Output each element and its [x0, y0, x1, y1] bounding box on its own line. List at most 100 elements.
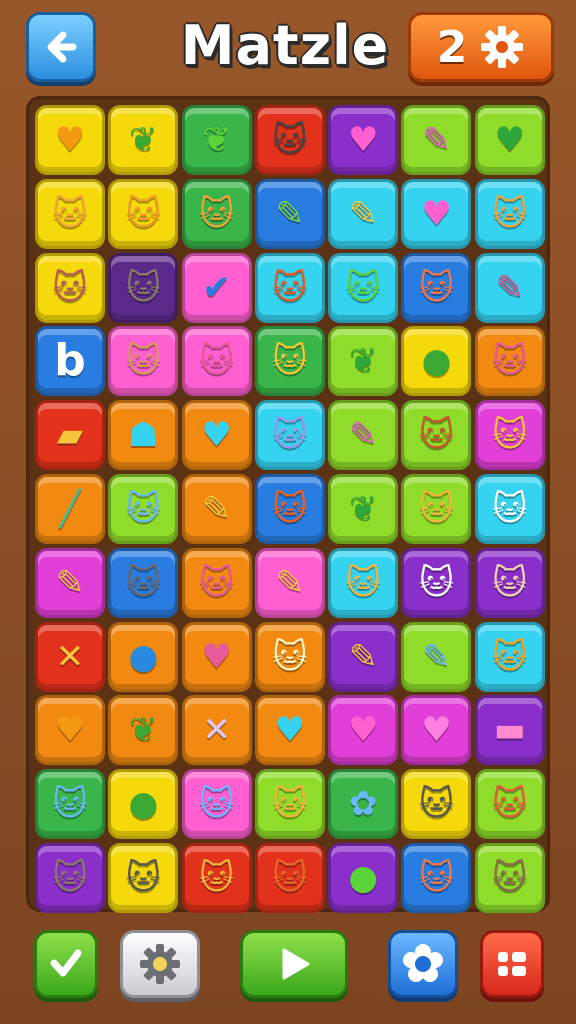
- tile-r5-c7[interactable]: 🐱: [474, 400, 545, 471]
- tile-r4-c3[interactable]: 🐱: [181, 326, 252, 397]
- tile-r7-c2[interactable]: 🐱: [108, 547, 179, 618]
- heart-icon: ♥: [347, 120, 379, 160]
- tile-r9-c5[interactable]: ♥: [328, 695, 399, 766]
- tile-r9-c6[interactable]: ♥: [401, 695, 472, 766]
- tile-r2-c3[interactable]: 🐱: [181, 178, 252, 249]
- tile-r9-c2[interactable]: ❦: [108, 695, 179, 766]
- pencil-icon: ✎: [348, 636, 378, 677]
- tile-r11-c7[interactable]: 🐱: [474, 842, 545, 913]
- pencil-icon: ✎: [55, 562, 85, 603]
- menu-button[interactable]: [480, 930, 544, 998]
- tile-r10-c1[interactable]: 🐱: [35, 769, 105, 840]
- tile-r5-c3[interactable]: ♥: [181, 400, 252, 471]
- tile-r3-c7[interactable]: ✎: [474, 252, 545, 323]
- tile-r11-c4[interactable]: 🐱: [254, 842, 325, 913]
- tile-r6-c7[interactable]: 🐱: [474, 473, 545, 544]
- cat-face-icon: 🐱: [492, 415, 528, 456]
- tile-r8-c4[interactable]: 🐱: [254, 621, 325, 692]
- tile-r1-c4[interactable]: 🐱: [254, 105, 325, 175]
- menu-icon: [498, 952, 526, 976]
- cat-face-icon: 🐱: [52, 857, 88, 898]
- tile-r2-c5[interactable]: ✎: [328, 178, 399, 249]
- tile-r8-c6[interactable]: ✎: [401, 621, 472, 692]
- tile-r10-c5[interactable]: ✿: [328, 769, 399, 840]
- cat-face-icon: 🐱: [492, 857, 528, 898]
- settings-button[interactable]: [120, 930, 200, 998]
- tile-r6-c1[interactable]: ╱: [35, 473, 105, 544]
- tile-r9-c4[interactable]: ♥: [254, 695, 325, 766]
- tile-r1-c5[interactable]: ♥: [328, 105, 399, 175]
- tile-r6-c5[interactable]: ❦: [328, 473, 399, 544]
- confirm-button[interactable]: [34, 930, 98, 998]
- tile-r8-c1[interactable]: ✕: [35, 621, 105, 692]
- tile-r8-c2[interactable]: ●: [108, 621, 179, 692]
- tile-r4-c4[interactable]: 🐱: [254, 326, 325, 397]
- tile-r3-c4[interactable]: 🐱: [254, 252, 325, 323]
- tile-r5-c2[interactable]: ☗: [108, 400, 179, 471]
- tile-r8-c5[interactable]: ✎: [328, 621, 399, 692]
- tile-r8-c3[interactable]: ♥: [181, 621, 252, 692]
- tile-r10-c4[interactable]: 🐱: [254, 769, 325, 840]
- tile-r2-c6[interactable]: ♥: [401, 178, 472, 249]
- tile-r4-c6[interactable]: ●: [401, 326, 472, 397]
- tile-r7-c5[interactable]: 🐱: [328, 547, 399, 618]
- tile-r3-c3[interactable]: ✔: [181, 252, 252, 323]
- heart-icon: ♥: [347, 710, 379, 751]
- tile-r7-c4[interactable]: ✎: [254, 547, 325, 618]
- tile-r9-c3[interactable]: ✕: [181, 695, 252, 766]
- leaf-icon: ❦: [348, 488, 378, 529]
- tile-r11-c6[interactable]: 🐱: [401, 842, 472, 913]
- tile-r8-c7[interactable]: 🐱: [474, 621, 545, 692]
- tile-r2-c2[interactable]: 🐱: [108, 178, 179, 249]
- tile-r3-c1[interactable]: 🐱: [35, 252, 105, 323]
- tile-r11-c5[interactable]: ●: [328, 842, 399, 913]
- tile-r11-c1[interactable]: 🐱: [35, 842, 105, 913]
- tile-r6-c4[interactable]: 🐱: [254, 473, 325, 544]
- tile-r1-c3[interactable]: ❦: [181, 105, 252, 175]
- tile-r2-c1[interactable]: 🐱: [35, 178, 105, 249]
- flower-button[interactable]: [388, 930, 458, 998]
- tile-r3-c5[interactable]: 🐱: [328, 252, 399, 323]
- tile-r5-c4[interactable]: 🐱: [254, 400, 325, 471]
- tile-r6-c6[interactable]: 🐱: [401, 473, 472, 544]
- tile-r10-c3[interactable]: 🐱: [181, 769, 252, 840]
- pencil-icon: ✎: [495, 267, 525, 308]
- tile-r10-c6[interactable]: 🐱: [401, 769, 472, 840]
- leaf-icon: ❦: [129, 710, 158, 751]
- tile-r7-c6[interactable]: 🐱: [401, 547, 472, 618]
- tile-r5-c6[interactable]: 🐱: [401, 400, 472, 471]
- tile-r5-c5[interactable]: ✎: [328, 400, 399, 471]
- tile-r9-c7[interactable]: ▬: [474, 695, 545, 766]
- tile-r10-c2[interactable]: ●: [108, 769, 179, 840]
- tile-r6-c3[interactable]: ✎: [181, 473, 252, 544]
- tile-r9-c1[interactable]: ♥: [35, 695, 105, 766]
- tile-r1-c6[interactable]: ✎: [401, 105, 472, 175]
- tile-r2-c4[interactable]: ✎: [254, 178, 325, 249]
- tile-r6-c2[interactable]: 🐱: [108, 473, 179, 544]
- heart-icon: ♥: [54, 120, 86, 160]
- tile-r2-c7[interactable]: 🐱: [474, 178, 545, 249]
- tile-r1-c7[interactable]: ♥: [474, 105, 545, 175]
- tile-r1-c1[interactable]: ♥: [35, 105, 105, 175]
- cat-face-icon: 🐱: [418, 488, 455, 529]
- tile-r7-c3[interactable]: 🐱: [181, 547, 252, 618]
- tile-r11-c2[interactable]: 🐱: [108, 842, 179, 913]
- level-settings-button[interactable]: 2: [408, 12, 554, 82]
- play-button[interactable]: [240, 930, 348, 998]
- tile-r11-c3[interactable]: 🐱: [181, 842, 252, 913]
- tile-r4-c1[interactable]: b: [35, 326, 105, 397]
- pencil-icon: ✎: [422, 636, 451, 677]
- tile-r4-c2[interactable]: 🐱: [108, 326, 179, 397]
- leaf-shield-icon: ♥: [494, 120, 526, 160]
- tile-r1-c2[interactable]: ❦: [108, 105, 179, 175]
- tile-r4-c5[interactable]: ❦: [328, 326, 399, 397]
- tile-r3-c2[interactable]: 🐱: [108, 252, 179, 323]
- back-button[interactable]: [26, 12, 96, 82]
- cat-face-icon: 🐱: [52, 193, 88, 234]
- tile-r10-c7[interactable]: 🐱: [474, 769, 545, 840]
- tile-r3-c6[interactable]: 🐱: [401, 252, 472, 323]
- tile-r7-c7[interactable]: 🐱: [474, 547, 545, 618]
- tile-r7-c1[interactable]: ✎: [35, 547, 105, 618]
- tile-r5-c1[interactable]: ▰: [35, 400, 105, 471]
- tile-r4-c7[interactable]: 🐱: [474, 326, 545, 397]
